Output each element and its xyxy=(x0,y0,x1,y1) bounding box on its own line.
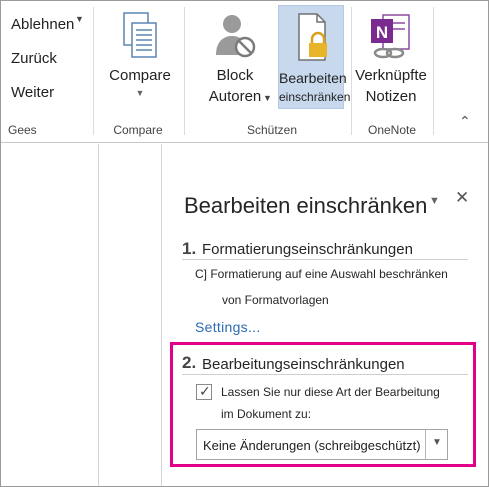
reject-button[interactable]: Ablehnen xyxy=(11,16,74,33)
close-icon[interactable]: ✕ xyxy=(455,188,469,208)
group-separator xyxy=(433,7,434,135)
checkbox-label-line2: im Dokument zu: xyxy=(221,407,312,421)
linked-notes-button[interactable]: N Verknüpfte Notizen xyxy=(351,1,431,107)
pane-divider[interactable] xyxy=(161,144,162,486)
pane-title: Bearbeiten einschränken xyxy=(184,193,428,218)
pane-options-dropdown-icon[interactable]: ▼ xyxy=(429,195,440,207)
section1-number: 1. xyxy=(182,239,197,258)
section1-heading: Formatierungseinschränkungen xyxy=(202,241,413,258)
protect-group-label: Schützen xyxy=(246,123,298,137)
checkbox-label-line1: Lassen Sie nur diese Art der Bearbeitung xyxy=(221,385,440,399)
onenote-group-label: OneNote xyxy=(367,123,417,137)
section2-number: 2. xyxy=(182,353,197,372)
restrict-editing-icon xyxy=(298,13,327,61)
editing-type-value: Keine Änderungen (schreibgeschützt) xyxy=(203,438,421,453)
svg-text:N: N xyxy=(376,23,388,42)
section1-rule xyxy=(182,259,468,260)
chevron-down-icon: ▼ xyxy=(432,437,442,448)
linked-label-line2: Notizen xyxy=(365,88,417,105)
reject-dropdown-icon[interactable]: ▼ xyxy=(75,14,84,24)
restrict-label-line1: Bearbeiten xyxy=(279,70,347,86)
section2-rule xyxy=(182,374,468,375)
document-margin-line xyxy=(98,144,99,486)
collapse-ribbon-icon[interactable]: ⌃ xyxy=(459,113,471,130)
restrict-editing-button[interactable]: Bearbeiten einschränken xyxy=(278,5,350,109)
formatting-restriction-option[interactable]: C] Formatierung auf eine Auswahl beschrä… xyxy=(195,267,448,281)
compare-button-label: Compare xyxy=(109,67,171,84)
block-authors-button[interactable]: Block Autoren xyxy=(195,1,275,107)
settings-link[interactable]: Settings... xyxy=(195,319,261,335)
compare-group-label: Compare xyxy=(113,123,163,137)
editing-type-select[interactable]: Keine Änderungen (schreibgeschützt) ▼ xyxy=(196,429,448,460)
block-label-line1: Block xyxy=(216,67,254,84)
previous-change-button[interactable]: Zurück xyxy=(11,50,57,67)
block-authors-icon xyxy=(216,15,256,58)
linked-label-line1: Verknüpfte xyxy=(355,67,427,84)
compare-dropdown-icon: ▼ xyxy=(135,88,145,98)
section2-heading: Bearbeitungseinschränkungen xyxy=(202,356,405,373)
restrict-label-line2: einschränken xyxy=(279,90,351,104)
ribbon: Ablehnen ▼ Zurück Weiter Gees Compare ▼ … xyxy=(1,1,488,143)
editing-type-dropdown-button[interactable]: ▼ xyxy=(425,430,447,459)
compare-documents-icon xyxy=(123,12,157,58)
allow-editing-type-checkbox[interactable]: ✓ xyxy=(196,383,212,400)
compare-button[interactable]: Compare ▼ xyxy=(102,1,178,98)
changes-group-label: Gees xyxy=(8,123,37,137)
word-window: Ablehnen ▼ Zurück Weiter Gees Compare ▼ … xyxy=(0,0,489,487)
next-change-button[interactable]: Weiter xyxy=(11,84,54,101)
onenote-icon: N xyxy=(371,14,410,59)
block-dropdown-icon[interactable]: ▼ xyxy=(263,93,272,103)
group-separator xyxy=(184,7,185,135)
formatting-restriction-line2: von Formatvorlagen xyxy=(222,293,329,307)
checkmark-icon: ✓ xyxy=(199,383,211,399)
group-separator xyxy=(93,7,94,135)
